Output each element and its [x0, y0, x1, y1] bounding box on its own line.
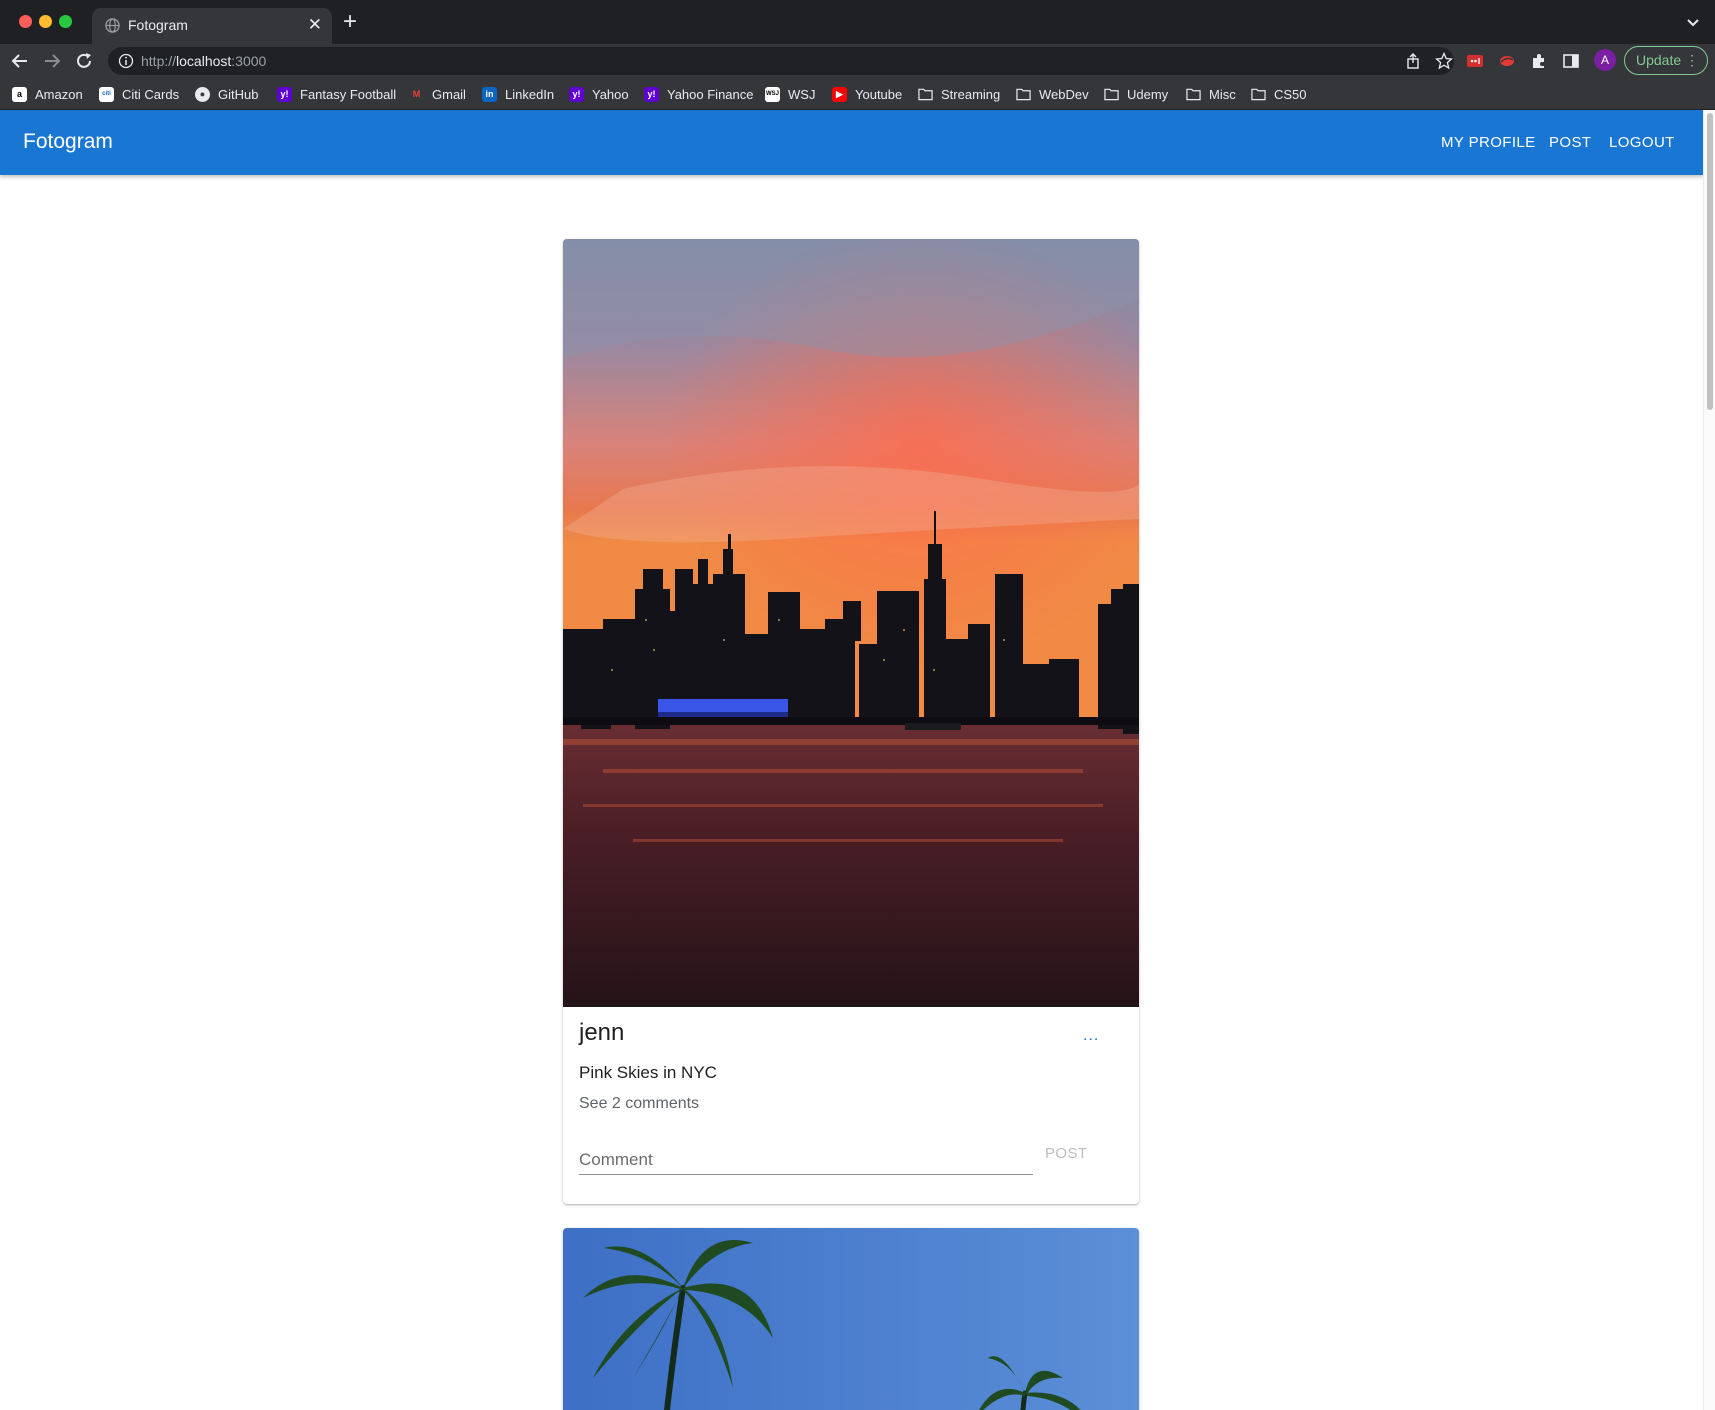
folder-icon [1016, 87, 1031, 102]
bookmark-label: WSJ [788, 86, 816, 102]
forward-arrow-icon[interactable] [41, 50, 63, 72]
globe-icon [105, 18, 120, 33]
post-photo-palm-trees [563, 1228, 1139, 1410]
lastpass-extension-icon[interactable] [1466, 52, 1484, 70]
folder-icon [1186, 87, 1201, 102]
nav-post[interactable]: POST [1549, 134, 1591, 151]
bookmark-cs50[interactable]: CS50 [1251, 84, 1307, 104]
linkedin-icon: in [482, 86, 497, 102]
amazon-icon: a [12, 86, 27, 102]
reload-icon[interactable] [73, 50, 95, 72]
page-scrollbar[interactable] [1703, 110, 1715, 1410]
post-card: jenn ... Pink Skies in NYC See 2 comment… [563, 239, 1139, 1204]
bookmark-amazon[interactable]: a Amazon [12, 84, 83, 104]
github-icon: ● [195, 86, 210, 102]
address-bar[interactable]: http://localhost:3000 [108, 47, 1454, 75]
folder-icon [1251, 87, 1266, 102]
window-close-button[interactable] [19, 15, 32, 28]
new-tab-plus-icon[interactable]: + [343, 10, 357, 34]
bookmark-yahoo[interactable]: y! Yahoo [569, 84, 629, 104]
bookmark-gmail[interactable]: M Gmail [409, 84, 466, 104]
bookmark-label: Gmail [432, 86, 466, 102]
site-info-icon[interactable] [118, 53, 134, 69]
citi-icon: citi [99, 86, 114, 102]
yahoo-icon: y! [277, 86, 292, 102]
bookmark-citi-cards[interactable]: citi Citi Cards [99, 84, 179, 104]
window-zoom-button[interactable] [59, 15, 72, 28]
bookmark-star-icon[interactable] [1435, 52, 1453, 70]
browser-toolbar: http://localhost:3000 A Update ⋮ [0, 44, 1715, 78]
bookmark-webdev[interactable]: WebDev [1016, 84, 1089, 104]
window-minimize-button[interactable] [39, 15, 52, 28]
app-bar: Fotogram MY PROFILE POST LOGOUT [0, 110, 1703, 175]
browser-tab-active[interactable]: Fotogram ✕ [92, 8, 332, 44]
tab-title: Fotogram [128, 17, 188, 33]
update-button[interactable]: Update ⋮ [1624, 46, 1708, 75]
youtube-icon: ▶ [832, 86, 847, 102]
comment-input[interactable] [579, 1139, 1033, 1175]
bookmarks-bar: a Amazon citi Citi Cards ● GitHub y! Fantasy Fo… [0, 78, 1715, 110]
bookmark-label: Fantasy Football [300, 86, 397, 102]
bookmark-label: LinkedIn [505, 86, 555, 102]
tab-search-chevron-icon[interactable] [1685, 14, 1701, 30]
bookmark-label: Streaming [941, 86, 1001, 102]
bookmark-label: GitHub [218, 86, 259, 102]
bookmark-streaming[interactable]: Streaming [918, 84, 1000, 104]
share-icon[interactable] [1404, 52, 1422, 70]
post-caption: Pink Skies in NYC [579, 1063, 717, 1082]
yahoo-icon: y! [569, 86, 584, 102]
wsj-icon: WSJ [765, 86, 780, 102]
bookmark-label: Udemy [1127, 86, 1169, 102]
red-extension-icon[interactable] [1498, 52, 1516, 70]
folder-icon [1104, 87, 1119, 102]
side-panel-icon[interactable] [1562, 52, 1580, 70]
kebab-menu-icon: ⋮ [1685, 52, 1699, 68]
bookmark-github[interactable]: ● GitHub [195, 84, 258, 104]
bookmark-yahoo-finance[interactable]: y! Yahoo Finance [644, 84, 754, 104]
bookmark-label: Misc [1209, 86, 1236, 102]
bookmark-label: Amazon [35, 86, 83, 102]
browser-tab-strip: Fotogram ✕ + [0, 0, 1715, 44]
bookmark-linkedin[interactable]: in LinkedIn [482, 84, 554, 104]
brand-title[interactable]: Fotogram [23, 130, 113, 154]
bookmark-label: Youtube [855, 86, 903, 102]
bookmark-label: Yahoo [592, 86, 629, 102]
update-label: Update [1636, 52, 1682, 68]
profile-avatar[interactable]: A [1594, 49, 1616, 71]
post-username[interactable]: jenn [579, 1019, 624, 1047]
bookmark-misc[interactable]: Misc [1186, 84, 1236, 104]
post-photo-nyc-sunset [563, 239, 1139, 1007]
bookmark-udemy[interactable]: Udemy [1104, 84, 1168, 104]
extensions-puzzle-icon[interactable] [1530, 52, 1548, 70]
scrollbar-thumb[interactable] [1707, 113, 1713, 410]
bookmark-wsj[interactable]: WSJ WSJ [765, 84, 815, 104]
bookmark-label: Yahoo Finance [667, 86, 754, 102]
url-text: http://localhost:3000 [141, 53, 267, 69]
back-arrow-icon[interactable] [9, 50, 31, 72]
bookmark-fantasy-football[interactable]: y! Fantasy Football [277, 84, 396, 104]
bookmark-youtube[interactable]: ▶ Youtube [832, 84, 902, 104]
nav-my-profile[interactable]: MY PROFILE [1441, 134, 1536, 151]
post-comment-button[interactable]: POST [1045, 1145, 1087, 1162]
yahoo-icon: y! [644, 86, 659, 102]
close-tab-icon[interactable]: ✕ [308, 15, 322, 35]
folder-icon [918, 87, 933, 102]
post-options-more-icon[interactable]: ... [1083, 1027, 1099, 1045]
see-comments-link[interactable]: See 2 comments [579, 1095, 699, 1113]
post-card [563, 1228, 1139, 1410]
bookmark-label: WebDev [1039, 86, 1089, 102]
gmail-icon: M [412, 89, 421, 99]
bookmark-label: Citi Cards [122, 86, 180, 102]
nav-logout[interactable]: LOGOUT [1609, 134, 1675, 151]
page-viewport: Fotogram MY PROFILE POST LOGOUT jenn ...… [0, 110, 1715, 1410]
bookmark-label: CS50 [1274, 86, 1307, 102]
